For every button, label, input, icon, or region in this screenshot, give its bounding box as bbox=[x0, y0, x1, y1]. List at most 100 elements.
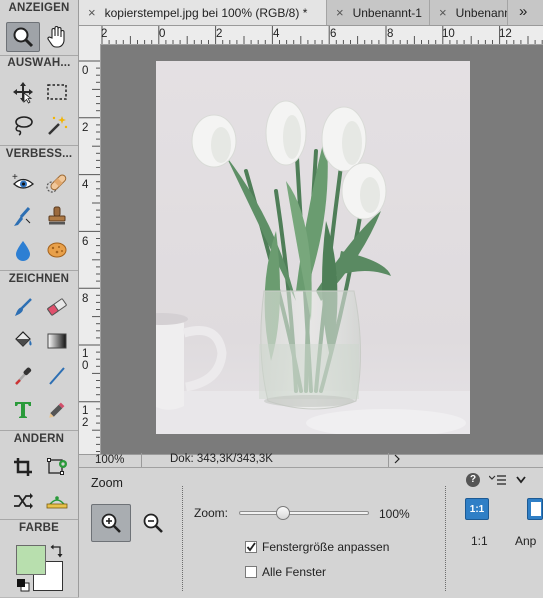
zoom-in-button[interactable] bbox=[91, 504, 131, 542]
zoom-value: 100% bbox=[379, 507, 410, 521]
tab-overflow-button[interactable]: » bbox=[519, 3, 527, 20]
ruler-ticks bbox=[79, 60, 100, 452]
ruler-label: 8 bbox=[387, 28, 394, 40]
close-icon[interactable]: × bbox=[439, 5, 447, 20]
all-windows-checkbox[interactable] bbox=[245, 566, 257, 578]
spot-healing-brush-tool[interactable] bbox=[40, 167, 74, 197]
move-tool[interactable] bbox=[6, 77, 40, 107]
straighten-icon bbox=[46, 496, 68, 509]
ruler-ticks bbox=[101, 26, 543, 44]
eyedropper-icon bbox=[15, 367, 32, 385]
crop-tool[interactable] bbox=[6, 452, 40, 482]
ruler-label: 0 bbox=[82, 65, 89, 77]
ruler-label: 1 2 bbox=[82, 405, 89, 429]
ruler-label: 4 bbox=[82, 179, 89, 191]
actual-pixels-button[interactable]: 1:1 bbox=[465, 498, 489, 520]
panel-menu-icon[interactable] bbox=[488, 474, 507, 486]
vertical-ruler: 0 2 4 6 8 1 0 1 2 bbox=[79, 44, 101, 454]
section-header-modify: ÄNDERN bbox=[13, 433, 65, 445]
swap-colors-icon[interactable] bbox=[50, 544, 64, 558]
red-eye-removal-tool[interactable]: + bbox=[6, 167, 40, 197]
straighten-tool[interactable] bbox=[40, 486, 74, 516]
smart-brush-icon bbox=[14, 207, 31, 226]
crop-icon bbox=[14, 458, 32, 476]
marquee-rectangle-icon bbox=[47, 84, 67, 100]
document-image[interactable] bbox=[156, 61, 470, 434]
brush-tool[interactable] bbox=[6, 292, 40, 322]
hand-tool[interactable] bbox=[40, 22, 74, 52]
zoom-slider[interactable] bbox=[239, 506, 369, 520]
tool-options-panel: Zoom ? Zoom: 100% Fenstergröße anpassen … bbox=[79, 467, 543, 598]
all-windows-label: Alle Fenster bbox=[262, 565, 327, 579]
resize-windows-checkbox[interactable] bbox=[245, 541, 257, 553]
default-colors-icon[interactable] bbox=[16, 578, 30, 592]
line-tool[interactable] bbox=[40, 361, 74, 391]
type-tool[interactable] bbox=[6, 395, 40, 425]
bandage-icon bbox=[46, 174, 67, 193]
zoom-percentage[interactable]: 100% bbox=[95, 454, 124, 466]
ruler-label: 8 bbox=[82, 293, 89, 305]
blur-tool[interactable] bbox=[6, 235, 40, 265]
foreground-color-swatch[interactable] bbox=[16, 545, 46, 575]
type-t-icon bbox=[15, 402, 31, 418]
actual-pixels-caption: 1:1 bbox=[471, 534, 488, 548]
ruler-label: 1 0 bbox=[82, 348, 89, 372]
tab-unbenannt[interactable]: × Unbenannt bbox=[430, 0, 508, 25]
close-icon[interactable]: × bbox=[88, 5, 96, 20]
ruler-label: 4 bbox=[273, 28, 280, 40]
tab-label: kopierstempel.jpg bei 100% (RGB/8) * bbox=[104, 5, 308, 20]
rectangular-marquee-tool[interactable] bbox=[40, 77, 74, 107]
zoom-out-button[interactable] bbox=[135, 504, 171, 542]
tab-label: Unbenannt-1 bbox=[352, 5, 422, 20]
help-icon[interactable]: ? bbox=[466, 473, 480, 487]
move-arrows-icon bbox=[13, 82, 33, 104]
section-header-select: AUSWÄH... bbox=[7, 57, 71, 69]
line-icon bbox=[49, 367, 65, 385]
magic-wand-tool[interactable] bbox=[40, 110, 74, 140]
actual-pixels-icon-label: 1:1 bbox=[469, 503, 485, 515]
pencil-icon bbox=[49, 402, 65, 418]
tab-kopierstempel[interactable]: × kopierstempel.jpg bei 100% (RGB/8) * bbox=[79, 0, 327, 25]
zoom-slider-knob[interactable] bbox=[275, 506, 290, 520]
recompose-tool[interactable] bbox=[40, 452, 74, 482]
magnifier-icon bbox=[13, 27, 34, 48]
document-tab-bar: × kopierstempel.jpg bei 100% (RGB/8) * ×… bbox=[79, 0, 543, 26]
ruler-label: 12 bbox=[499, 28, 512, 40]
resize-windows-option[interactable]: Fenstergröße anpassen bbox=[245, 540, 389, 554]
zoom-in-icon bbox=[101, 513, 121, 533]
gradient-tool[interactable] bbox=[40, 326, 74, 356]
toolbox: ANZEIGEN AUSWÄH... VERBESS... + ZEICHNEN bbox=[0, 0, 79, 597]
document-info[interactable]: Dok: 343,3K/343,3K bbox=[141, 453, 389, 467]
sponge-tool[interactable] bbox=[40, 235, 74, 265]
close-icon[interactable]: × bbox=[336, 5, 344, 20]
chevron-right-icon[interactable] bbox=[393, 453, 403, 467]
all-windows-option[interactable]: Alle Fenster bbox=[245, 565, 326, 579]
stamp-icon bbox=[48, 206, 66, 225]
lasso-tool[interactable] bbox=[6, 110, 40, 140]
tab-unbenannt-1[interactable]: × Unbenannt-1 bbox=[327, 0, 430, 25]
zoom-out-icon bbox=[143, 513, 163, 533]
clone-stamp-tool[interactable] bbox=[40, 201, 74, 231]
fit-screen-caption: Anp bbox=[515, 534, 537, 548]
eyedropper-tool[interactable] bbox=[6, 361, 40, 391]
status-bar: 100% Dok: 343,3K/343,3K bbox=[79, 453, 543, 467]
eraser-tool[interactable] bbox=[40, 292, 74, 322]
fit-screen-icon bbox=[531, 502, 541, 516]
recompose-icon bbox=[47, 458, 67, 475]
lasso-icon bbox=[15, 116, 33, 136]
content-aware-move-tool[interactable] bbox=[6, 486, 40, 516]
smart-brush-tool[interactable] bbox=[6, 201, 40, 231]
divider bbox=[445, 486, 446, 591]
zoom-tool[interactable] bbox=[6, 22, 40, 52]
hand-icon bbox=[47, 26, 65, 48]
ruler-label: 6 bbox=[82, 236, 89, 248]
ruler-label: 6 bbox=[330, 28, 337, 40]
collapse-chevron-icon[interactable] bbox=[515, 474, 527, 486]
fit-screen-button[interactable] bbox=[527, 498, 543, 520]
section-header-color: FARBE bbox=[19, 522, 59, 534]
ruler-label: 2 bbox=[216, 28, 223, 40]
water-drop-icon bbox=[16, 241, 30, 261]
pencil-tool[interactable] bbox=[40, 395, 74, 425]
paint-bucket-tool[interactable] bbox=[6, 326, 40, 356]
sponge-icon bbox=[47, 242, 67, 258]
